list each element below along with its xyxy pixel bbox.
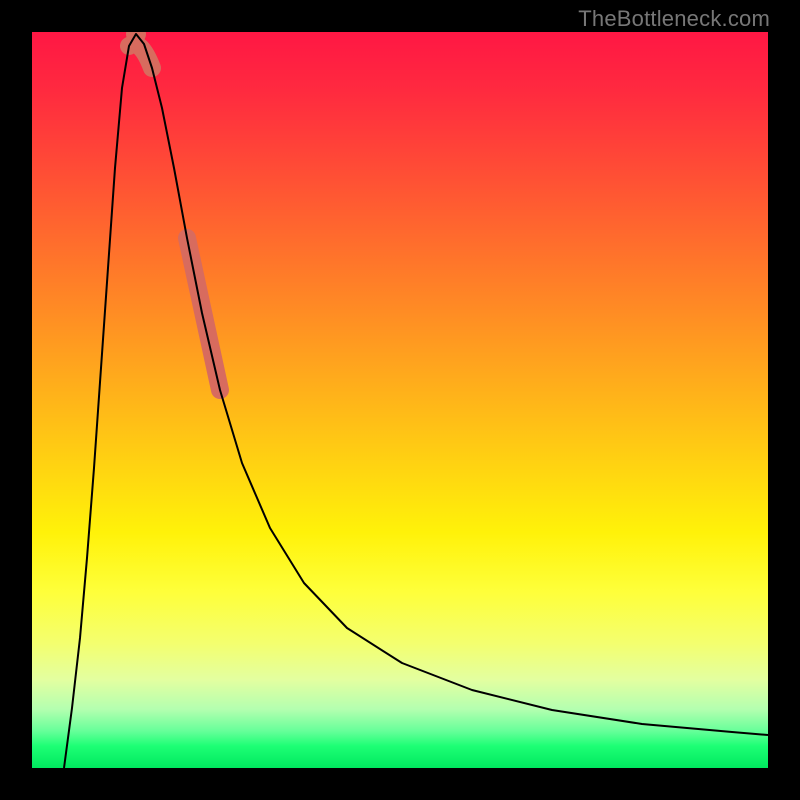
plot-area (32, 32, 768, 768)
chart-frame: TheBottleneck.com (0, 0, 800, 800)
bottleneck-curve (64, 34, 768, 768)
overlay-layer (126, 32, 220, 390)
chart-svg (32, 32, 768, 768)
watermark-text: TheBottleneck.com (578, 6, 770, 32)
